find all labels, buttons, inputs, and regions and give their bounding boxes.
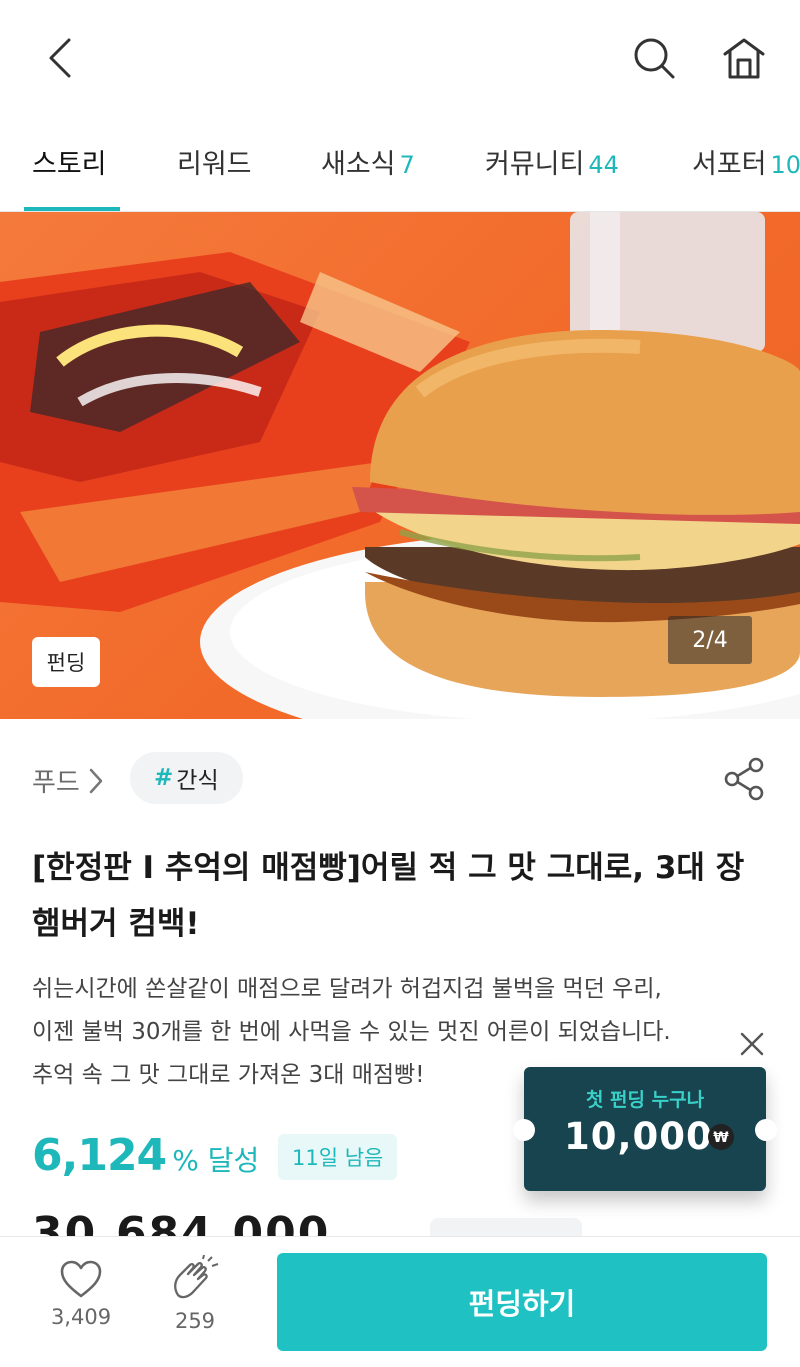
clapping-hands-icon	[174, 1255, 219, 1299]
home-button[interactable]	[714, 30, 774, 86]
tab-news[interactable]: 새소식 7	[321, 142, 415, 211]
project-tabs: 스토리 리워드 새소식 7 커뮤니티 44 서포터 10	[0, 118, 800, 212]
raised-amount: 30,684,000	[32, 1212, 330, 1236]
percent-unit: % 달성	[172, 1144, 260, 1177]
tab-community[interactable]: 커뮤니티 44	[485, 142, 619, 211]
coupon-close-button[interactable]	[734, 1026, 770, 1062]
tab-story[interactable]: 스토리	[32, 142, 107, 211]
home-icon	[723, 38, 765, 79]
like-count: 3,409	[50, 1305, 112, 1329]
project-title: [한정판 I 추억의 매점빵]어릴 적 그 맛 그대로, 3대 장 햄버거 컴백…	[32, 850, 745, 942]
search-button[interactable]	[624, 30, 684, 86]
back-button[interactable]	[32, 30, 88, 86]
supporter-chip	[430, 1218, 582, 1236]
like-button[interactable]: 3,409	[36, 1259, 126, 1349]
category-label: 푸드	[32, 768, 80, 798]
tab-label: 새소식	[321, 149, 396, 180]
cheer-button[interactable]: 259	[152, 1255, 238, 1349]
coupon-amount: 10,000	[564, 1115, 713, 1158]
cheer-count: 259	[174, 1309, 216, 1333]
description-line: 쉬는시간에 쏜살같이 매점으로 달려가 허겁지겁 불벅을 먹던 우리,	[32, 976, 662, 1002]
image-pager: 2/4	[668, 616, 752, 664]
category-row: 푸드 # 간식	[32, 752, 772, 806]
tab-label: 리워드	[177, 149, 252, 180]
close-icon	[740, 1032, 764, 1056]
tag-chip[interactable]: # 간식	[130, 752, 243, 804]
tab-label: 서포터	[692, 149, 767, 180]
hash-symbol: #	[154, 765, 174, 791]
won-currency-icon: ₩	[708, 1124, 734, 1150]
chevron-left-icon	[49, 38, 71, 78]
share-icon	[724, 757, 764, 801]
percent-value: 6,124	[32, 1130, 167, 1181]
achievement-rate: 6,124 % 달성	[32, 1130, 259, 1186]
project-image-carousel[interactable]: 펀딩 2/4	[0, 212, 800, 719]
tag-label: 간식	[176, 768, 219, 794]
tab-label: 커뮤니티	[485, 149, 585, 180]
top-bar	[0, 0, 800, 118]
coupon-label: 첫 펀딩 누구나	[585, 1089, 705, 1111]
funding-badge: 펀딩	[32, 637, 100, 687]
tab-count: 10	[770, 151, 800, 179]
tab-supporters[interactable]: 서포터 10	[692, 142, 800, 211]
fund-button[interactable]: 펀딩하기	[277, 1253, 767, 1351]
bottom-action-bar: 3,409 259 펀딩하기	[0, 1236, 800, 1367]
tab-count: 7	[399, 151, 415, 179]
tab-count: 44	[588, 151, 619, 179]
share-button[interactable]	[718, 752, 772, 806]
coupon-notch	[513, 1119, 535, 1141]
category-link[interactable]: 푸드	[32, 762, 104, 799]
tab-label: 스토리	[32, 149, 107, 180]
description-line: 이젠 불벅 30개를 한 번에 사먹을 수 있는 멋진 어른이 되었습니다.	[32, 1019, 671, 1045]
chevron-right-icon	[89, 768, 103, 793]
search-icon	[634, 38, 675, 79]
heart-icon	[60, 1260, 102, 1298]
coupon-notch	[755, 1119, 777, 1141]
won-symbol: ₩	[713, 1130, 729, 1146]
days-left-badge: 11일 남음	[278, 1134, 398, 1180]
tab-rewards[interactable]: 리워드	[177, 142, 252, 211]
